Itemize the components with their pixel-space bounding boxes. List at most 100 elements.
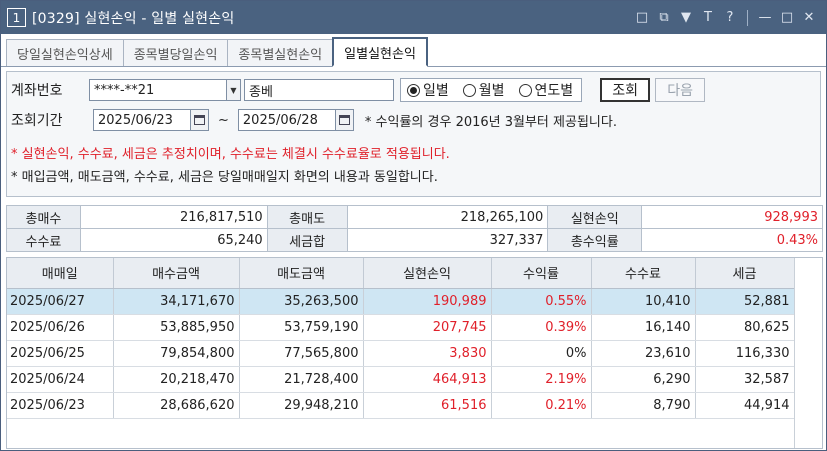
- cell-rate: 0.39%: [491, 314, 592, 341]
- pin-icon[interactable]: ▼: [675, 7, 697, 29]
- realized-pnl-label: 실현손익: [547, 205, 643, 229]
- maximize-icon[interactable]: □: [776, 7, 798, 29]
- table-row[interactable]: 2025/06/23 28,686,620 29,948,210 61,516 …: [7, 392, 795, 419]
- cell-date: 2025/06/25: [7, 340, 114, 367]
- col-header-return-rate[interactable]: 수익률: [491, 258, 592, 289]
- cell-rate: 2.19%: [491, 366, 592, 393]
- table-row[interactable]: 2025/06/24 20,218,470 21,728,400 464,913…: [7, 366, 795, 393]
- radio-monthly-label: 월별: [478, 83, 505, 99]
- summary-table: 총매수 216,817,510 총매도 218,265,100 실현손익 928…: [6, 205, 823, 252]
- cell-sell: 53,759,190: [239, 314, 364, 341]
- radio-daily[interactable]: 일별: [407, 80, 449, 100]
- cell-date: 2025/06/23: [7, 392, 114, 419]
- title-bar[interactable]: 1 [0329] 실현손익 - 일별 실현손익 □ ⧉ ▼ T ? — □ ✕: [1, 1, 826, 34]
- table-row[interactable]: 2025/06/26 53,885,950 53,759,190 207,745…: [7, 314, 795, 341]
- cell-tax: 52,881: [695, 288, 795, 315]
- cell-buy: 79,854,800: [113, 340, 240, 367]
- help-icon[interactable]: ?: [719, 7, 741, 29]
- col-header-sell-amount[interactable]: 매도금액: [239, 258, 364, 289]
- cell-sell: 29,948,210: [239, 392, 364, 419]
- daily-pnl-grid[interactable]: 매매일 매수금액 매도금액 실현손익 수익률 수수료 세금 2025/06/27…: [6, 257, 823, 449]
- estimate-warning: * 실현손익, 수수료, 세금은 추정치이며, 수수료는 체결시 수수료율로 적…: [11, 146, 450, 162]
- cell-tax: 116,330: [695, 340, 795, 367]
- realized-pnl-value: 928,993: [641, 205, 823, 229]
- cell-fee: 10,410: [591, 288, 696, 315]
- cell-rate: 0%: [491, 340, 592, 367]
- account-dropdown-icon[interactable]: ▼: [227, 79, 241, 101]
- tab-daily-realized-pnl[interactable]: 일별실현손익: [332, 37, 428, 67]
- col-header-tax[interactable]: 세금: [695, 258, 795, 289]
- cell-fee: 8,790: [591, 392, 696, 419]
- tab-bar: 당일실현손익상세 종목별당일손익 종목별실현손익 일별실현손익: [1, 34, 826, 67]
- cell-date: 2025/06/26: [7, 314, 114, 341]
- total-buy-label: 총매수: [6, 205, 81, 229]
- account-label: 계좌번호: [11, 83, 63, 99]
- layout-icon[interactable]: □: [631, 7, 653, 29]
- data-source-note: * 매입금액, 매도금액, 수수료, 세금은 당일매매일지 화면의 내용과 동일…: [11, 169, 438, 185]
- cell-fee: 16,140: [591, 314, 696, 341]
- cell-pnl: 190,989: [363, 288, 492, 315]
- minimize-icon[interactable]: —: [754, 7, 776, 29]
- cell-pnl: 464,913: [363, 366, 492, 393]
- total-buy-value: 216,817,510: [79, 205, 268, 229]
- cell-pnl: 61,516: [363, 392, 492, 419]
- total-sell-label: 총매도: [266, 205, 348, 229]
- radio-yearly[interactable]: 연도별: [518, 80, 574, 100]
- query-button[interactable]: 조회: [600, 78, 651, 102]
- cell-date: 2025/06/24: [7, 366, 114, 393]
- cell-sell: 21,728,400: [239, 366, 364, 393]
- cell-tax: 44,914: [695, 392, 795, 419]
- calendar-icon[interactable]: [335, 109, 354, 131]
- cell-buy: 34,171,670: [113, 288, 240, 315]
- col-header-fee[interactable]: 수수료: [591, 258, 696, 289]
- cell-rate: 0.21%: [491, 392, 592, 419]
- close-icon[interactable]: ✕: [798, 7, 820, 29]
- fee-label: 수수료: [6, 228, 81, 252]
- radio-daily-label: 일별: [423, 83, 449, 99]
- window-number-badge: 1: [7, 8, 26, 27]
- grid-vertical-scrollbar[interactable]: [794, 258, 822, 448]
- radio-yearly-label: 연도별: [534, 83, 574, 99]
- link-window-icon[interactable]: ⧉: [653, 7, 675, 29]
- tax-label: 세금합: [266, 228, 348, 252]
- cell-fee: 23,610: [591, 340, 696, 367]
- date-separator: ~: [218, 112, 229, 128]
- table-row[interactable]: 2025/06/27 34,171,670 35,263,500 190,989…: [7, 288, 795, 315]
- window-title: [0329] 실현손익 - 일별 실현손익: [32, 10, 235, 27]
- cell-buy: 28,686,620: [113, 392, 240, 419]
- cell-sell: 77,565,800: [239, 340, 364, 367]
- calendar-icon[interactable]: [191, 109, 209, 131]
- date-to-field[interactable]: 2025/06/28: [237, 109, 336, 131]
- font-size-icon[interactable]: T: [697, 7, 719, 29]
- next-button[interactable]: 다음: [655, 78, 706, 102]
- query-form: 계좌번호 ****-**21 ▼ 종베 일별 월별 연도별 조회 다음 조회기간…: [6, 71, 821, 197]
- period-type-radio-group: 일별 월별 연도별: [400, 78, 583, 102]
- controls-divider: [747, 9, 748, 26]
- total-return-label: 총수익률: [547, 228, 643, 252]
- cell-sell: 35,263,500: [239, 288, 364, 315]
- col-header-buy-amount[interactable]: 매수금액: [113, 258, 240, 289]
- tax-value: 327,337: [346, 228, 549, 252]
- table-row[interactable]: 2025/06/25 79,854,800 77,565,800 3,830 0…: [7, 340, 795, 367]
- total-return-value: 0.43%: [641, 228, 823, 252]
- period-label: 조회기간: [11, 113, 63, 129]
- tab-daily-realized-detail[interactable]: 당일실현손익상세: [6, 39, 124, 66]
- cell-tax: 32,587: [695, 366, 795, 393]
- fee-value: 65,240: [79, 228, 268, 252]
- col-header-realized-pnl[interactable]: 실현손익: [363, 258, 492, 289]
- daily-pnl-table: 매매일 매수금액 매도금액 실현손익 수익률 수수료 세금 2025/06/27…: [7, 258, 795, 419]
- tab-stock-daily-pnl[interactable]: 종목별당일손익: [122, 39, 229, 66]
- cell-date: 2025/06/27: [7, 288, 114, 315]
- cell-pnl: 3,830: [363, 340, 492, 367]
- col-header-trade-date[interactable]: 매매일: [7, 258, 114, 289]
- account-type-field[interactable]: 종베: [244, 79, 394, 101]
- grid-header-row: 매매일 매수금액 매도금액 실현손익 수익률 수수료 세금: [7, 258, 795, 289]
- tab-stock-realized-pnl[interactable]: 종목별실현손익: [227, 39, 334, 66]
- radio-monthly[interactable]: 월별: [462, 80, 505, 100]
- cell-pnl: 207,745: [363, 314, 492, 341]
- cell-buy: 53,885,950: [113, 314, 240, 341]
- cell-fee: 6,290: [591, 366, 696, 393]
- cell-tax: 80,625: [695, 314, 795, 341]
- date-from-field[interactable]: 2025/06/23: [93, 109, 191, 131]
- account-number-field[interactable]: ****-**21: [89, 79, 227, 101]
